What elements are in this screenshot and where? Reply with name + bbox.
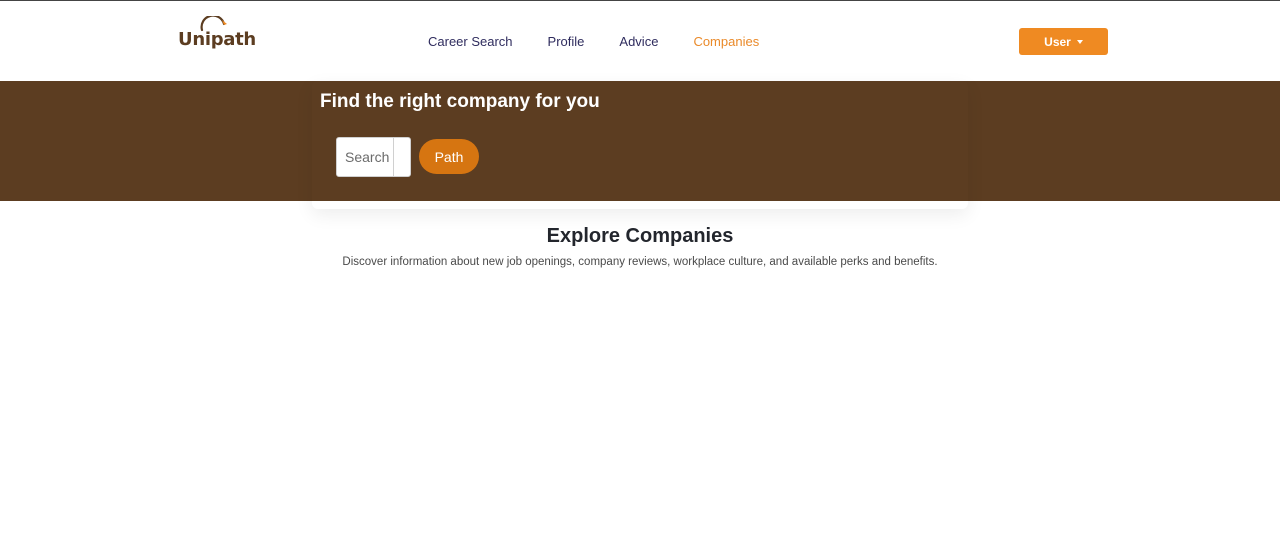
unipath-logo[interactable]: Unipath xyxy=(178,16,256,54)
user-dropdown-button[interactable]: User xyxy=(1019,28,1108,55)
nav-advice[interactable]: Advice xyxy=(619,34,658,49)
user-button-label: User xyxy=(1044,34,1071,49)
top-navbar: Unipath Career Search Profile Advice Com… xyxy=(0,2,1280,81)
search-banner: Find the right company for you Path xyxy=(0,81,1280,201)
search-input[interactable] xyxy=(337,138,394,176)
explore-title: Explore Companies xyxy=(546,225,734,247)
nav-companies[interactable]: Companies xyxy=(693,34,759,49)
explore-description: Discover information about new job openi… xyxy=(342,256,938,268)
nav-career-search[interactable]: Career Search xyxy=(428,34,513,49)
nav-profile[interactable]: Profile xyxy=(548,34,585,49)
caret-down-icon xyxy=(1076,39,1083,44)
main-nav: Career Search Profile Advice Companies xyxy=(428,34,794,49)
path-button[interactable]: Path xyxy=(419,139,479,174)
search-box xyxy=(336,137,411,177)
banner-title: Find the right company for you xyxy=(320,91,600,112)
logo-text: Unipath xyxy=(178,29,256,50)
